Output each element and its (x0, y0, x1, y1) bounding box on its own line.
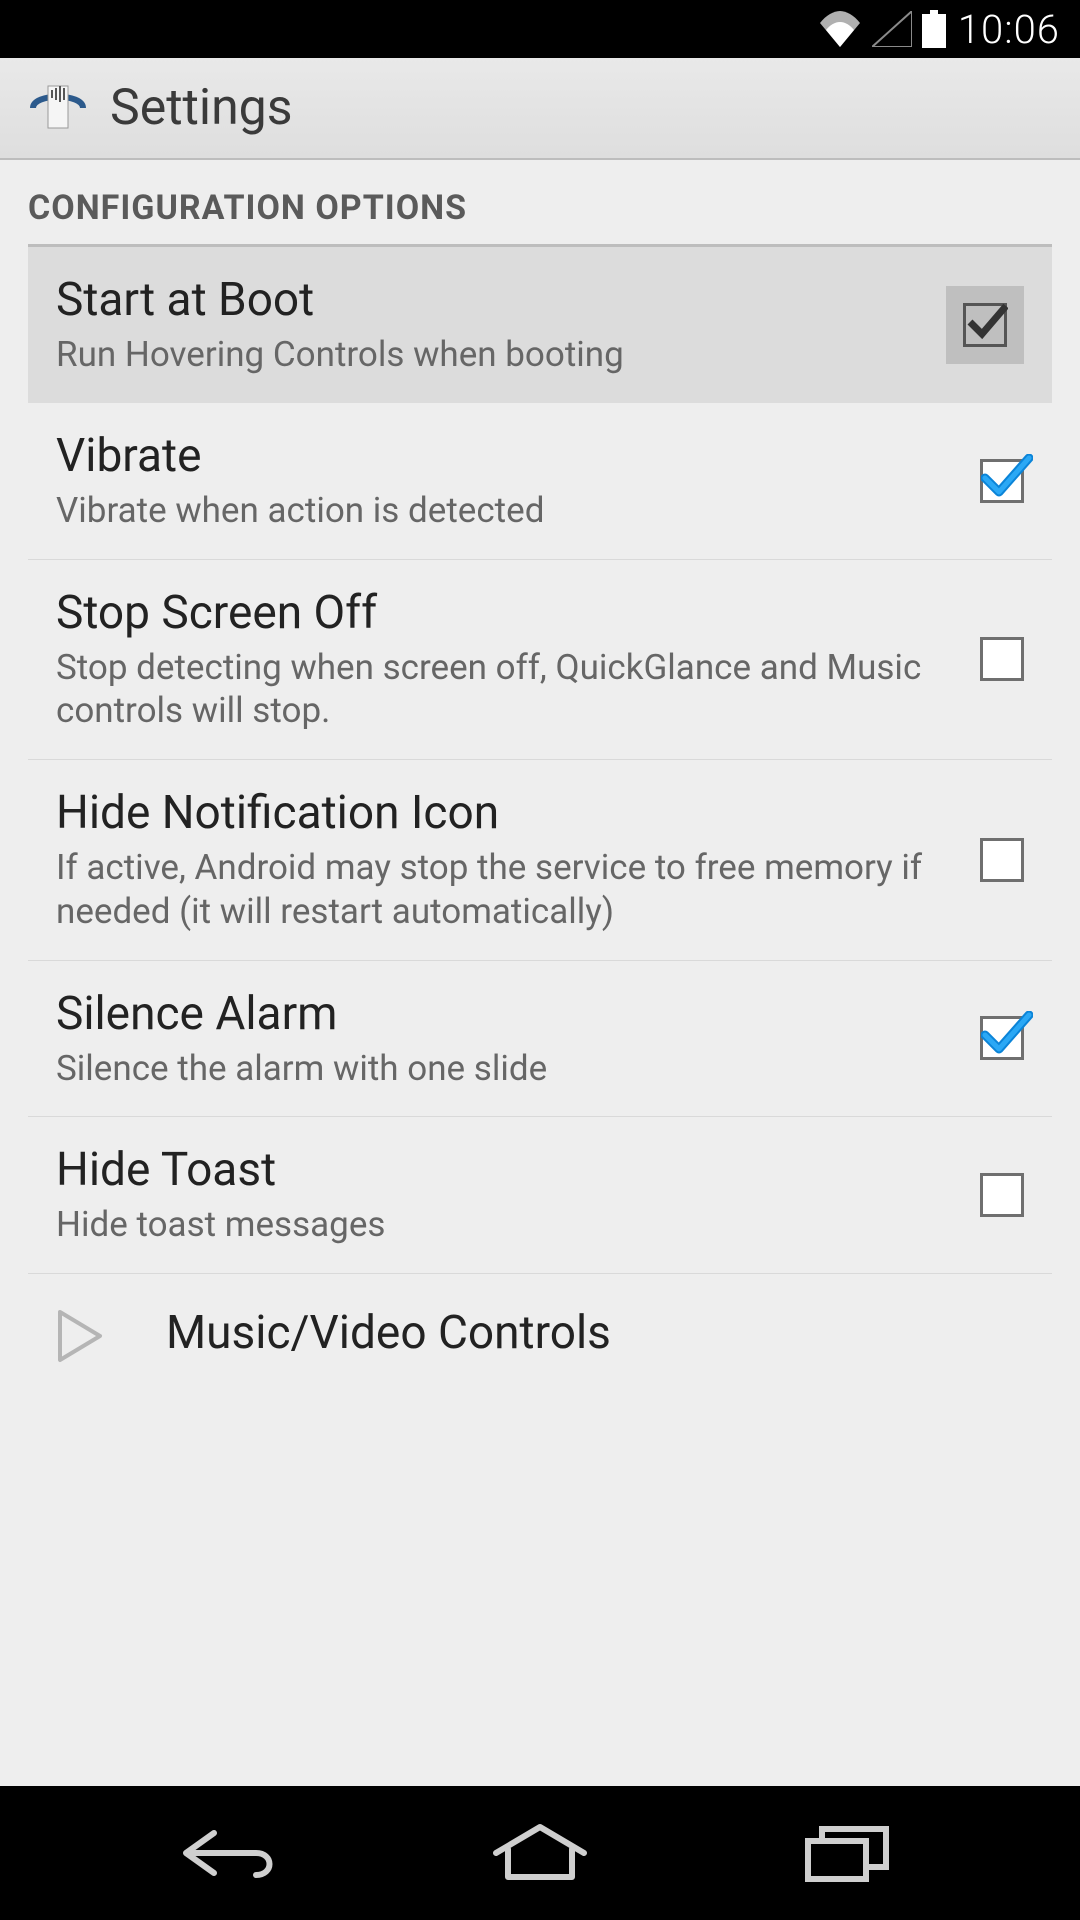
setting-summary: If active, Android may stop the service … (56, 846, 950, 934)
setting-summary: Stop detecting when screen off, QuickGla… (56, 646, 950, 734)
setting-hide-toast[interactable]: Hide Toast Hide toast messages (28, 1117, 1052, 1274)
battery-icon (922, 10, 946, 48)
setting-start-at-boot[interactable]: Start at Boot Run Hovering Controls when… (28, 247, 1052, 403)
setting-title: Silence Alarm (56, 987, 950, 1041)
setting-hide-notification-icon[interactable]: Hide Notification Icon If active, Androi… (28, 760, 1052, 961)
setting-summary: Silence the alarm with one slide (56, 1047, 950, 1091)
setting-silence-alarm[interactable]: Silence Alarm Silence the alarm with one… (28, 961, 1052, 1118)
checkbox[interactable] (980, 459, 1024, 503)
wifi-icon (818, 11, 862, 47)
cell-signal-icon (872, 11, 912, 47)
page-title: Settings (110, 79, 293, 137)
nav-link-label: Music/Video Controls (166, 1306, 611, 1360)
setting-title: Hide Notification Icon (56, 786, 950, 840)
action-bar: Settings (0, 58, 1080, 160)
app-icon (28, 78, 88, 138)
checkbox[interactable] (980, 838, 1024, 882)
nav-music-video-controls[interactable]: Music/Video Controls (0, 1274, 1080, 1392)
status-icons (818, 10, 946, 48)
back-button[interactable] (163, 1813, 303, 1893)
setting-vibrate[interactable]: Vibrate Vibrate when action is detected (28, 403, 1052, 560)
checkbox[interactable] (946, 286, 1024, 364)
checkbox[interactable] (980, 637, 1024, 681)
play-icon (56, 1308, 106, 1358)
setting-summary: Hide toast messages (56, 1203, 950, 1247)
setting-stop-screen-off[interactable]: Stop Screen Off Stop detecting when scre… (28, 560, 1052, 761)
setting-title: Vibrate (56, 429, 950, 483)
setting-title: Start at Boot (56, 273, 916, 327)
settings-content: CONFIGURATION OPTIONS Start at Boot Run … (0, 160, 1080, 1786)
checkbox[interactable] (980, 1016, 1024, 1060)
setting-title: Hide Toast (56, 1143, 950, 1197)
home-button[interactable] (470, 1813, 610, 1893)
status-bar: 10:06 (0, 0, 1080, 58)
checkbox[interactable] (980, 1173, 1024, 1217)
setting-summary: Vibrate when action is detected (56, 489, 950, 533)
status-clock: 10:06 (958, 6, 1060, 53)
setting-title: Stop Screen Off (56, 586, 950, 640)
navigation-bar (0, 1786, 1080, 1920)
setting-summary: Run Hovering Controls when booting (56, 333, 916, 377)
recent-apps-button[interactable] (777, 1813, 917, 1893)
section-header: CONFIGURATION OPTIONS (0, 160, 1080, 244)
